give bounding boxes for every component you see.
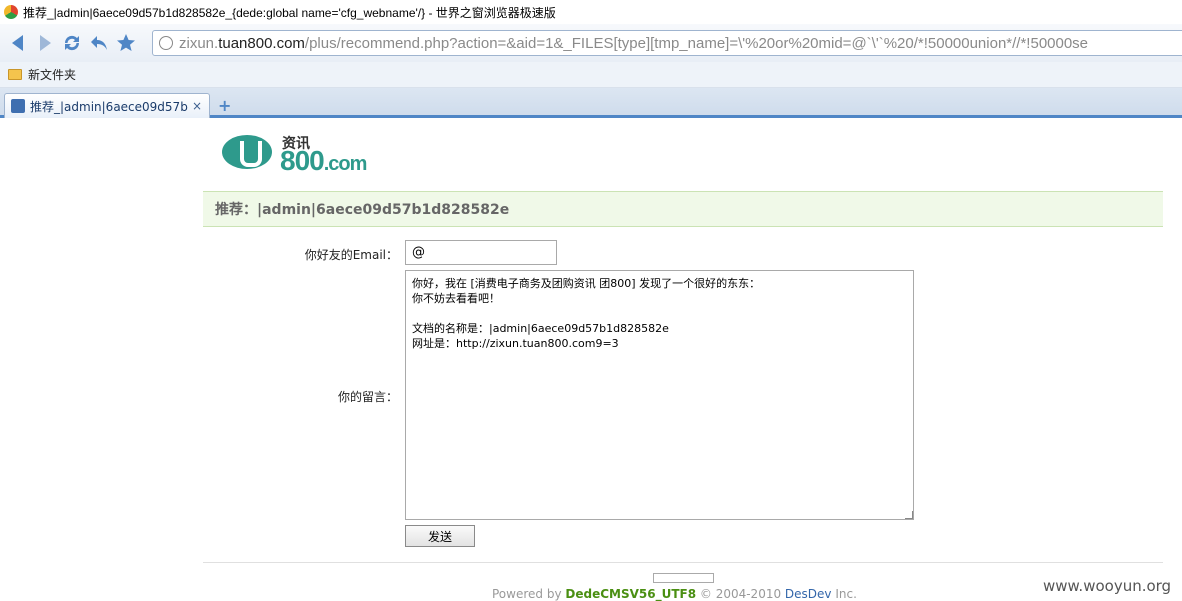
browser-logo-icon xyxy=(4,5,18,19)
email-label: 你好友的Email： xyxy=(304,248,398,262)
bookmarks-bar: 新文件夹 xyxy=(0,62,1182,88)
logo-mark-icon xyxy=(222,135,272,169)
tab-active[interactable]: 推荐_|admin|6aece09d57b1 × xyxy=(4,93,210,118)
footer-org-link[interactable]: DesDev xyxy=(785,587,832,601)
message-label: 你的留言： xyxy=(337,390,398,404)
browser-toolbar: zixun.tuan800.com/plus/recommend.php?act… xyxy=(0,24,1182,62)
message-textarea[interactable]: 你好，我在 [消费电子商务及团购资讯 团800] 发现了一个很好的东东： 你不妨… xyxy=(405,270,914,520)
footer-empty-box xyxy=(653,573,714,583)
bookmark-folder[interactable]: 新文件夹 xyxy=(28,66,76,83)
footer-divider xyxy=(203,562,1163,563)
refresh-icon xyxy=(64,35,80,51)
favorites-button[interactable] xyxy=(114,31,138,55)
page-content: 资讯 800.com 推荐：|admin|6aece09d57b1d828582… xyxy=(0,121,1182,601)
refresh-button[interactable] xyxy=(60,31,84,55)
star-icon xyxy=(117,34,135,51)
tab-strip: 推荐_|admin|6aece09d57b1 × + xyxy=(0,88,1182,118)
page-icon xyxy=(11,99,25,113)
watermark: www.wooyun.org xyxy=(1043,577,1172,595)
globe-icon xyxy=(159,36,173,50)
undo-close-button[interactable] xyxy=(87,31,111,55)
url-text[interactable]: zixun.tuan800.com/plus/recommend.php?act… xyxy=(179,35,1088,52)
back-arrow-icon xyxy=(12,35,23,51)
logo-big-text: 800.com xyxy=(280,145,367,176)
footer-powered-by: Powered by DedeCMSV56_UTF8 © 2004-2010 D… xyxy=(492,587,857,601)
footer-cms-link[interactable]: DedeCMSV56_UTF8 xyxy=(565,587,696,601)
close-icon[interactable]: × xyxy=(192,99,202,113)
site-logo[interactable]: 资讯 800.com xyxy=(222,133,432,176)
new-tab-button[interactable]: + xyxy=(218,96,231,115)
send-button[interactable]: 发送 xyxy=(405,525,475,547)
page-title: 推荐：|admin|6aece09d57b1d828582e xyxy=(215,202,510,218)
undo-icon xyxy=(91,36,107,50)
resize-handle[interactable] xyxy=(905,511,913,519)
address-bar[interactable]: zixun.tuan800.com/plus/recommend.php?act… xyxy=(152,30,1182,56)
window-title: 推荐_|admin|6aece09d57b1d828582e_{dede:glo… xyxy=(23,5,556,20)
folder-icon xyxy=(8,69,22,80)
tab-label: 推荐_|admin|6aece09d57b1 xyxy=(30,99,188,114)
back-button[interactable] xyxy=(6,31,30,55)
forward-button[interactable] xyxy=(33,31,57,55)
forward-arrow-icon xyxy=(40,35,51,51)
recommend-heading-bar: 推荐：|admin|6aece09d57b1d828582e xyxy=(203,191,1163,227)
title-bar: 推荐_|admin|6aece09d57b1d828582e_{dede:glo… xyxy=(0,0,1182,24)
email-field[interactable] xyxy=(405,240,557,265)
